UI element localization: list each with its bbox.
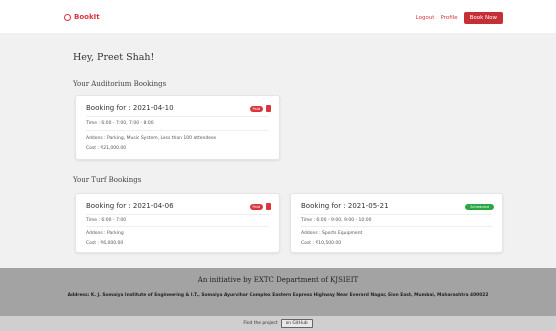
trash-icon[interactable] [266,105,271,112]
booking-cost: Cost : ₹6,000.00 [86,241,124,246]
booking-cost: Cost : ₹10,500.00 [301,241,342,246]
booking-date: Booking for : 2021-05-21 [301,202,389,210]
footer: An initiative by EXTC Department of KJSI… [0,268,556,316]
greeting-heading: Hey, Preet Shah! [73,52,155,63]
divider [86,130,269,131]
booking-time: Time : 6:00 - 7:00 [86,218,127,223]
status-badge: Scheduled [465,204,494,210]
profile-link[interactable]: Profile [440,15,457,21]
trash-icon[interactable] [266,203,271,210]
booking-time: Time : 6:00 - 9:00, 9:00 - 10:00 [301,218,372,223]
project-row: Find the project on GitHub [0,319,556,328]
divider [86,116,269,117]
logo-circle-icon [64,13,71,21]
footer-title: An initiative by EXTC Department of KJSI… [197,276,359,284]
brand-name: BookIt [74,13,100,21]
booking-addons: Addons : Sports Equipment [301,231,363,236]
logout-link[interactable]: Logout [416,15,435,21]
brand-link[interactable]: BookIt [64,13,100,21]
footer-address: Address: K. J. Somaiya Institute of Engi… [67,293,489,298]
divider [86,226,269,227]
divider [301,226,492,227]
booking-date: Booking for : 2021-04-06 [86,202,174,210]
turf-booking-card: Booking for : 2021-05-21 Scheduled Time … [290,193,503,253]
nav-links: Logout Profile Book Now [416,12,503,24]
booking-time: Time : 6:00 - 7:00, 7:00 - 8:00 [86,121,154,126]
divider [301,214,492,215]
status-badge: Paid [249,204,263,210]
divider [86,214,269,215]
auditorium-section-title: Your Auditorium Bookings [73,80,167,88]
find-project-text: Find the project [243,321,278,326]
booking-addons: Addons : Parking, Music System, Less tha… [86,136,217,141]
auditorium-booking-card: Booking for : 2021-04-10 Paid Time : 6:0… [75,95,280,160]
navbar: BookIt Logout Profile Book Now [0,0,556,33]
bottom-bar: Find the project on GitHub [0,316,556,331]
turf-section-title: Your Turf Bookings [73,176,142,184]
booking-cost: Cost : ₹21,000.00 [86,146,127,151]
book-now-button[interactable]: Book Now [463,12,503,24]
status-badge: Paid [249,106,263,112]
github-button[interactable]: on GitHub [280,319,313,328]
booking-addons: Addons : Parking [86,231,124,236]
booking-date: Booking for : 2021-04-10 [86,104,174,112]
turf-booking-card: Booking for : 2021-04-06 Paid Time : 6:0… [75,193,280,253]
